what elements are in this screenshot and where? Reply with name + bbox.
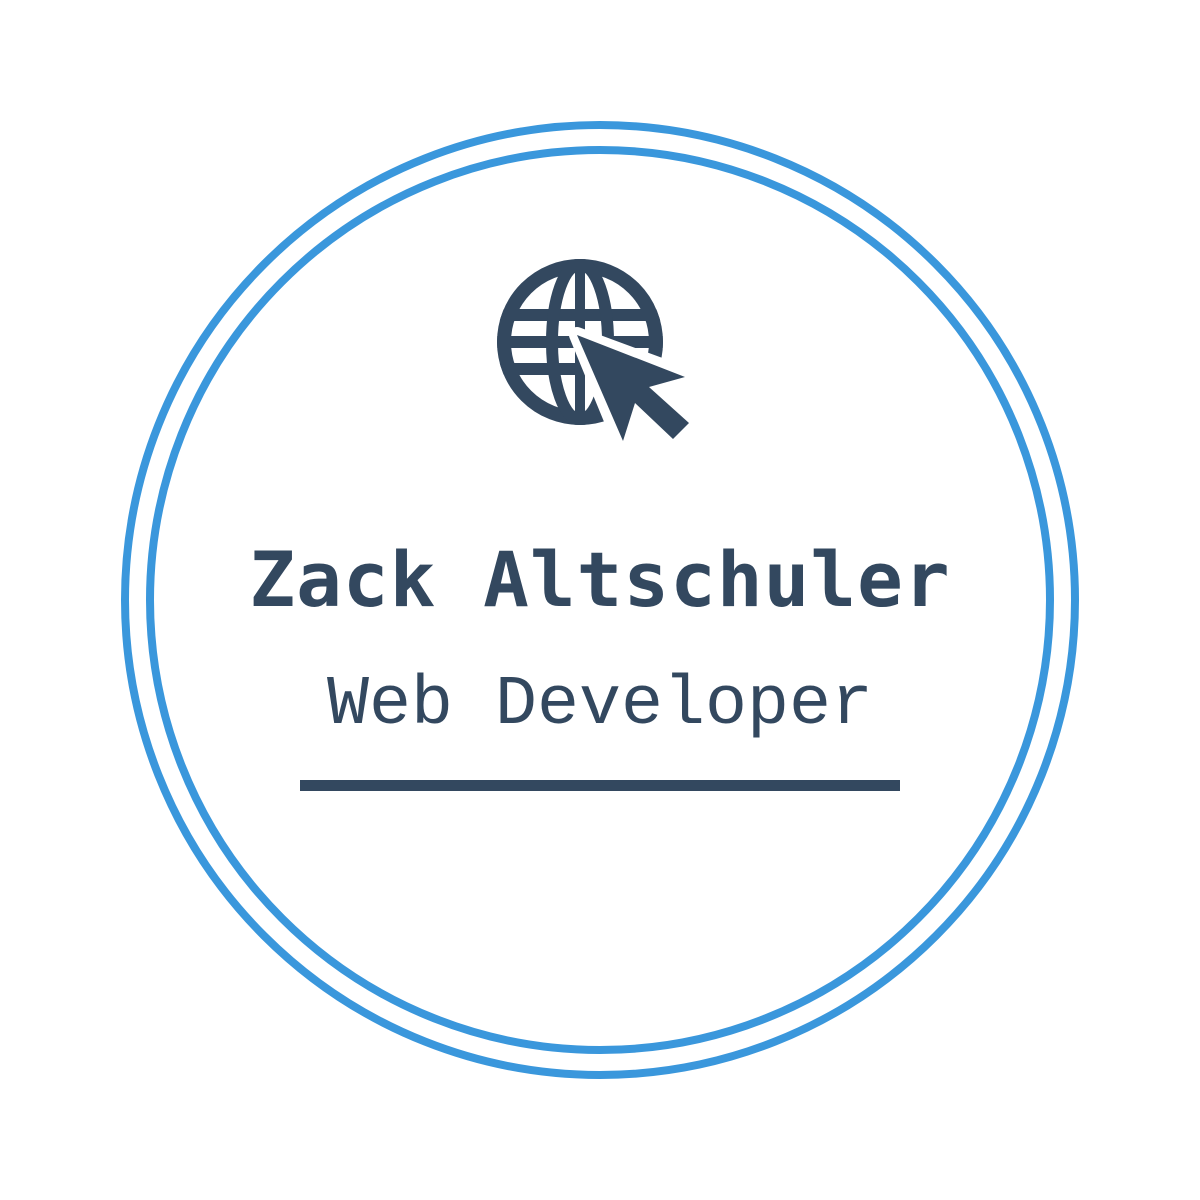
divider-line — [300, 780, 900, 791]
person-name: Zack Altschuler — [249, 535, 951, 624]
globe-cursor-icon — [497, 259, 699, 455]
job-title: Web Developer — [326, 666, 874, 745]
logo-badge: Zack Altschuler Web Developer — [0, 0, 1200, 1200]
